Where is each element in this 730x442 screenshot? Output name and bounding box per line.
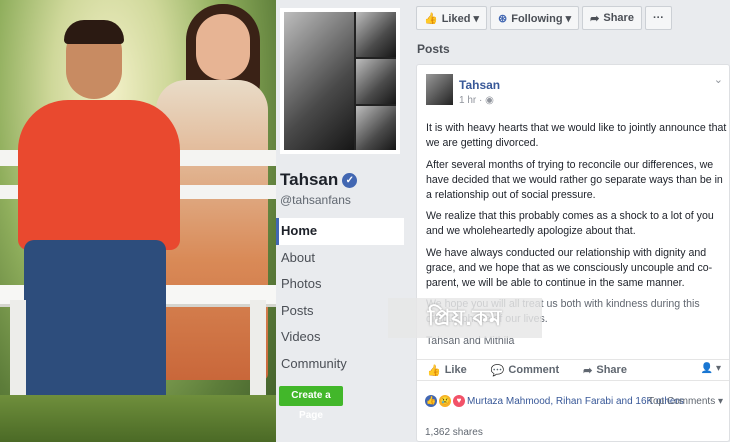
photo-grass (0, 395, 276, 442)
comment-bubble-icon: 💬 (490, 364, 505, 377)
page-nav: Home About Photos Posts Videos Community (276, 218, 404, 377)
nav-item-posts[interactable]: Posts (276, 298, 404, 325)
nav-item-videos[interactable]: Videos (276, 324, 404, 351)
share-button[interactable]: ➦ Share (583, 364, 627, 377)
reactions-summary[interactable]: 👍 😢 ♥ Murtaza Mahmood, Rihan Farabi and … (425, 395, 684, 407)
photo-woman-face (196, 14, 250, 80)
photo-man-shirt (18, 100, 180, 250)
share-label: Share (596, 364, 627, 376)
page-action-bar: 👍 Liked ▾ ⊛ Following ▾ ➦ Share ··· (416, 6, 672, 30)
share-arrow-icon: ➦ (590, 12, 600, 25)
post-paragraph: After several months of trying to reconc… (426, 158, 723, 201)
post-options-chevron-icon[interactable]: ⌄ (714, 73, 723, 86)
like-reaction-icon: 👍 (425, 395, 437, 407)
rss-icon: ⊛ (498, 12, 508, 25)
create-page-button[interactable]: Create a Page (279, 386, 343, 421)
love-reaction-icon: ♥ (453, 395, 465, 407)
thumbs-up-icon: 👍 (427, 364, 441, 377)
verified-check-icon: ✓ (342, 173, 358, 189)
post-action-bar: 👍 Like 💬 Comment ➦ Share (417, 359, 729, 381)
more-options-button[interactable]: ··· (644, 6, 672, 30)
post-paragraph: We have always conducted our relationshi… (426, 246, 713, 289)
page-name-text: Tahsan (280, 170, 339, 189)
following-button[interactable]: ⊛ Following ▾ (490, 6, 580, 30)
comment-label: Comment (508, 364, 560, 376)
watermark-logo: প্রিয়.কম (388, 298, 542, 338)
share-arrow-icon: ➦ (583, 364, 593, 377)
liked-button[interactable]: 👍 Liked ▾ (416, 6, 488, 30)
react-as-selector[interactable]: 👤 ▾ (701, 363, 721, 374)
post-card: Tahsan 1 hr · ◉ ⌄ It is with heavy heart… (416, 64, 730, 442)
profile-collage-thumb (356, 106, 396, 150)
cover-photo (0, 0, 276, 442)
following-label: Following ▾ (511, 12, 572, 25)
chevron-down-icon: ▾ (715, 363, 721, 374)
post-author-name[interactable]: Tahsan (459, 78, 500, 92)
nav-item-community[interactable]: Community (276, 351, 404, 378)
posts-section-title: Posts (417, 42, 450, 56)
thumbs-up-icon: 👍 (424, 12, 438, 25)
nav-item-about[interactable]: About (276, 245, 404, 272)
photo-man-hair (64, 20, 124, 44)
liked-label: Liked ▾ (441, 12, 480, 25)
sad-reaction-icon: 😢 (439, 395, 451, 407)
post-timestamp[interactable]: 1 hr · ◉ (459, 95, 494, 106)
share-page-label: Share (603, 12, 634, 24)
page-name: Tahsan ✓ (280, 170, 358, 190)
nav-item-photos[interactable]: Photos (276, 271, 404, 298)
profile-collage-main (284, 12, 354, 150)
page-avatar-icon: 👤 (700, 363, 714, 374)
like-label: Like (444, 364, 467, 376)
photo-man-jeans (24, 240, 166, 415)
post-paragraph: We realize that this probably comes as a… (426, 210, 714, 237)
profile-collage-thumb (356, 59, 396, 104)
share-count[interactable]: 1,362 shares (425, 427, 483, 438)
like-button[interactable]: 👍 Like (427, 364, 467, 377)
share-page-button[interactable]: ➦ Share (582, 6, 642, 30)
comment-button[interactable]: 💬 Comment (491, 364, 559, 377)
post-author-avatar[interactable] (426, 74, 453, 105)
page-handle[interactable]: @tahsanfans (280, 193, 351, 207)
nav-item-home[interactable]: Home (276, 218, 404, 245)
profile-collage-thumb (356, 12, 396, 57)
profile-picture[interactable] (280, 8, 400, 154)
top-comments-dropdown[interactable]: Top Comments ▾ (648, 396, 723, 407)
screen: Tahsan ✓ @tahsanfans Home About Photos Po… (0, 0, 730, 442)
post-paragraph: It is with heavy hearts that we would li… (426, 122, 727, 149)
